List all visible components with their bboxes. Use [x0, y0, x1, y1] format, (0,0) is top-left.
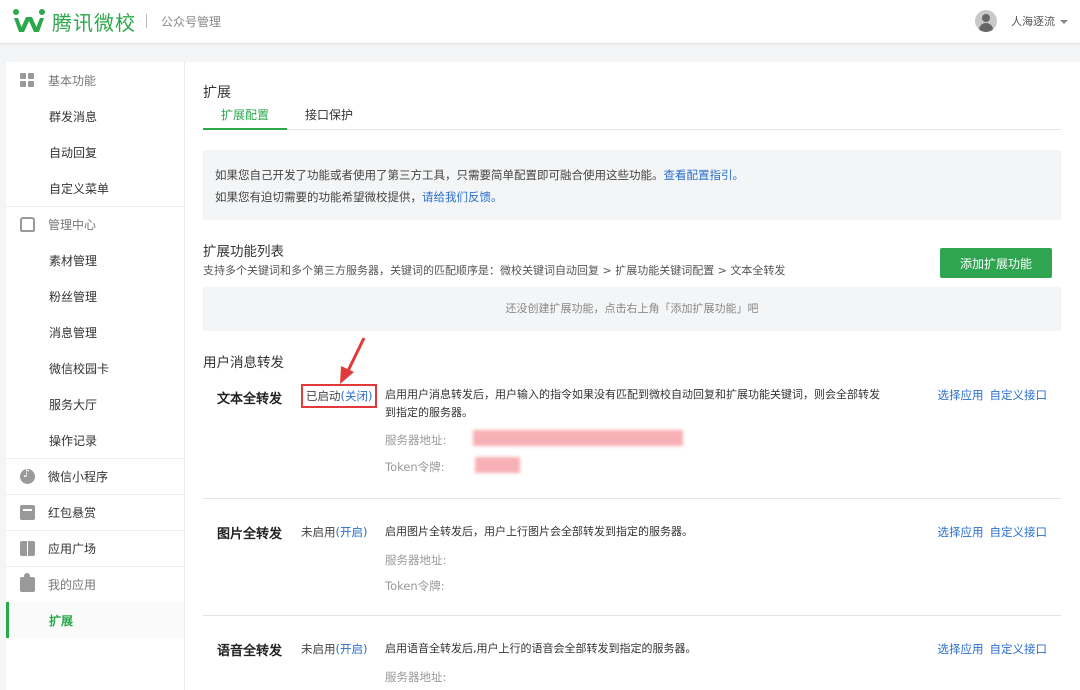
- avatar[interactable]: [975, 10, 997, 32]
- status-badge: 未启用(开启): [301, 641, 367, 657]
- status-text: 未启用: [301, 525, 336, 539]
- sidebar-item-extension[interactable]: 扩展: [6, 602, 184, 638]
- redacted-server-address: [473, 430, 683, 446]
- row-name: 语音全转发: [217, 644, 283, 659]
- toggle-link[interactable]: (关闭): [341, 389, 373, 403]
- nav-group-label: 我的应用: [48, 578, 97, 592]
- select-app-link[interactable]: 选择应用: [938, 388, 984, 402]
- redacted-token: [475, 457, 520, 473]
- divider: [146, 14, 147, 28]
- tab-extension-config[interactable]: 扩展配置: [203, 104, 288, 130]
- forward-row-voice: 语音全转发 未启用(开启) 启用语音全转发后,用户上行的语音会全部转发到指定的服…: [203, 616, 1061, 690]
- custom-api-link[interactable]: 自定义接口: [990, 388, 1048, 402]
- forward-row-text: 文本全转发 已启动(关闭) 启用用户消息转发后，用户输入的指令如果没有匹配到微校…: [203, 380, 1061, 499]
- main-content: 扩展 扩展配置 接口保护 如果您自己开发了功能或者使用了第三方工具，只需要简单配…: [184, 62, 1080, 690]
- page-title: 扩展: [203, 85, 231, 101]
- info-notice: 如果您自己开发了功能或者使用了第三方工具，只需要简单配置即可融合使用这些功能。查…: [203, 150, 1061, 220]
- server-address-label: 服务器地址:: [385, 553, 447, 567]
- nav-group-mini-program[interactable]: 微信小程序: [6, 458, 184, 494]
- status-text: 已启动: [306, 389, 341, 403]
- chevron-down-icon[interactable]: [1060, 20, 1068, 24]
- sidebar-item-custom-menu[interactable]: 自定义菜单: [6, 170, 184, 206]
- nav-group-label: 应用广场: [48, 542, 97, 556]
- server-address-label: 服务器地址:: [385, 433, 447, 447]
- row-name: 图片全转发: [217, 527, 283, 542]
- logo[interactable]: 腾讯微校 公众号管理: [12, 6, 221, 36]
- select-app-link[interactable]: 选择应用: [938, 642, 984, 656]
- sidebar-item-service-hall[interactable]: 服务大厅: [6, 386, 184, 422]
- top-bar: 腾讯微校 公众号管理 人海逐流: [0, 0, 1080, 44]
- nav-group-app-plaza[interactable]: 应用广场: [6, 530, 184, 566]
- row-actions: 选择应用 自定义接口: [932, 387, 1048, 403]
- sidebar-item-operation-log[interactable]: 操作记录: [6, 422, 184, 458]
- sidebar-item-auto-reply[interactable]: 自动回复: [6, 134, 184, 170]
- notice-text: 如果您有迫切需要的功能希望微校提供，: [215, 190, 422, 204]
- nav-group-label: 管理中心: [48, 218, 97, 232]
- toggle-link[interactable]: (开启): [336, 642, 368, 656]
- user-menu[interactable]: 人海逐流: [975, 10, 1068, 32]
- status-text: 未启用: [301, 642, 336, 656]
- puzzle-icon: [20, 573, 35, 592]
- add-extension-button[interactable]: 添加扩展功能: [940, 248, 1052, 278]
- sidebar-item-materials[interactable]: 素材管理: [6, 242, 184, 278]
- feedback-link[interactable]: 请给我们反馈。: [422, 190, 503, 204]
- red-packet-icon: [20, 505, 35, 520]
- nav-group-my-apps[interactable]: 我的应用: [6, 566, 184, 602]
- cube-icon: [20, 541, 35, 556]
- status-badge: 未启用(开启): [301, 524, 367, 540]
- mini-program-icon: [20, 467, 35, 484]
- status-badge: 已启动(关闭): [301, 384, 378, 408]
- brand-logo-icon: [12, 8, 46, 34]
- tray-icon: [20, 217, 35, 232]
- nav-group-management[interactable]: 管理中心: [6, 206, 184, 242]
- sidebar-item-messages[interactable]: 消息管理: [6, 314, 184, 350]
- empty-state: 还没创建扩展功能，点击右上角「添加扩展功能」吧: [203, 287, 1061, 331]
- row-name: 文本全转发: [217, 392, 283, 407]
- row-description: 启用用户消息转发后，用户输入的指令如果没有匹配到微校自动回复和扩展功能关键词，则…: [385, 388, 880, 419]
- nav-group-label: 基本功能: [48, 73, 97, 88]
- tab-bar: 扩展配置 接口保护: [203, 104, 1061, 130]
- nav-group-basic[interactable]: 基本功能: [6, 62, 184, 98]
- nav-group-label: 微信小程序: [48, 470, 109, 484]
- server-address-label: 服务器地址:: [385, 670, 447, 684]
- nav-group-red-packet[interactable]: 红包悬赏: [6, 494, 184, 530]
- brand-name: 腾讯微校: [52, 10, 136, 35]
- row-description: 启用图片全转发后，用户上行图片会全部转发到指定的服务器。: [385, 525, 693, 538]
- select-app-link[interactable]: 选择应用: [938, 525, 984, 539]
- row-description: 启用语音全转发后,用户上行的语音会全部转发到指定的服务器。: [385, 642, 697, 655]
- custom-api-link[interactable]: 自定义接口: [990, 525, 1048, 539]
- section-title-forward: 用户消息转发: [203, 355, 284, 371]
- nav-group-label: 红包悬赏: [48, 506, 97, 520]
- section-desc: 支持多个关键词和多个第三方服务器，关键词的匹配顺序是：微校关键词自动回复 > 扩…: [203, 264, 786, 277]
- token-label: Token令牌:: [385, 579, 445, 593]
- sidebar-item-campus-card[interactable]: 微信校园卡: [6, 350, 184, 386]
- forward-row-image: 图片全转发 未启用(开启) 启用图片全转发后，用户上行图片会全部转发到指定的服务…: [203, 499, 1061, 616]
- user-name[interactable]: 人海逐流: [1011, 13, 1055, 29]
- grid-icon: [20, 72, 35, 88]
- notice-text: 如果您自己开发了功能或者使用了第三方工具，只需要简单配置即可融合使用这些功能。: [215, 168, 664, 182]
- token-label: Token令牌:: [385, 460, 445, 474]
- toggle-link[interactable]: (开启): [336, 525, 368, 539]
- row-actions: 选择应用 自定义接口: [932, 641, 1048, 657]
- sidebar-item-mass-message[interactable]: 群发消息: [6, 98, 184, 134]
- row-actions: 选择应用 自定义接口: [932, 524, 1048, 540]
- config-guide-link[interactable]: 查看配置指引。: [664, 168, 745, 182]
- sidebar-item-fans[interactable]: 粉丝管理: [6, 278, 184, 314]
- custom-api-link[interactable]: 自定义接口: [990, 642, 1048, 656]
- sidebar: 基本功能 群发消息 自动回复 自定义菜单 管理中心 素材管理 粉丝管理 消息管理…: [6, 62, 184, 690]
- section-title-ext-list: 扩展功能列表: [203, 244, 284, 260]
- product-subtitle: 公众号管理: [161, 14, 222, 29]
- tab-api-protection[interactable]: 接口保护: [287, 104, 371, 130]
